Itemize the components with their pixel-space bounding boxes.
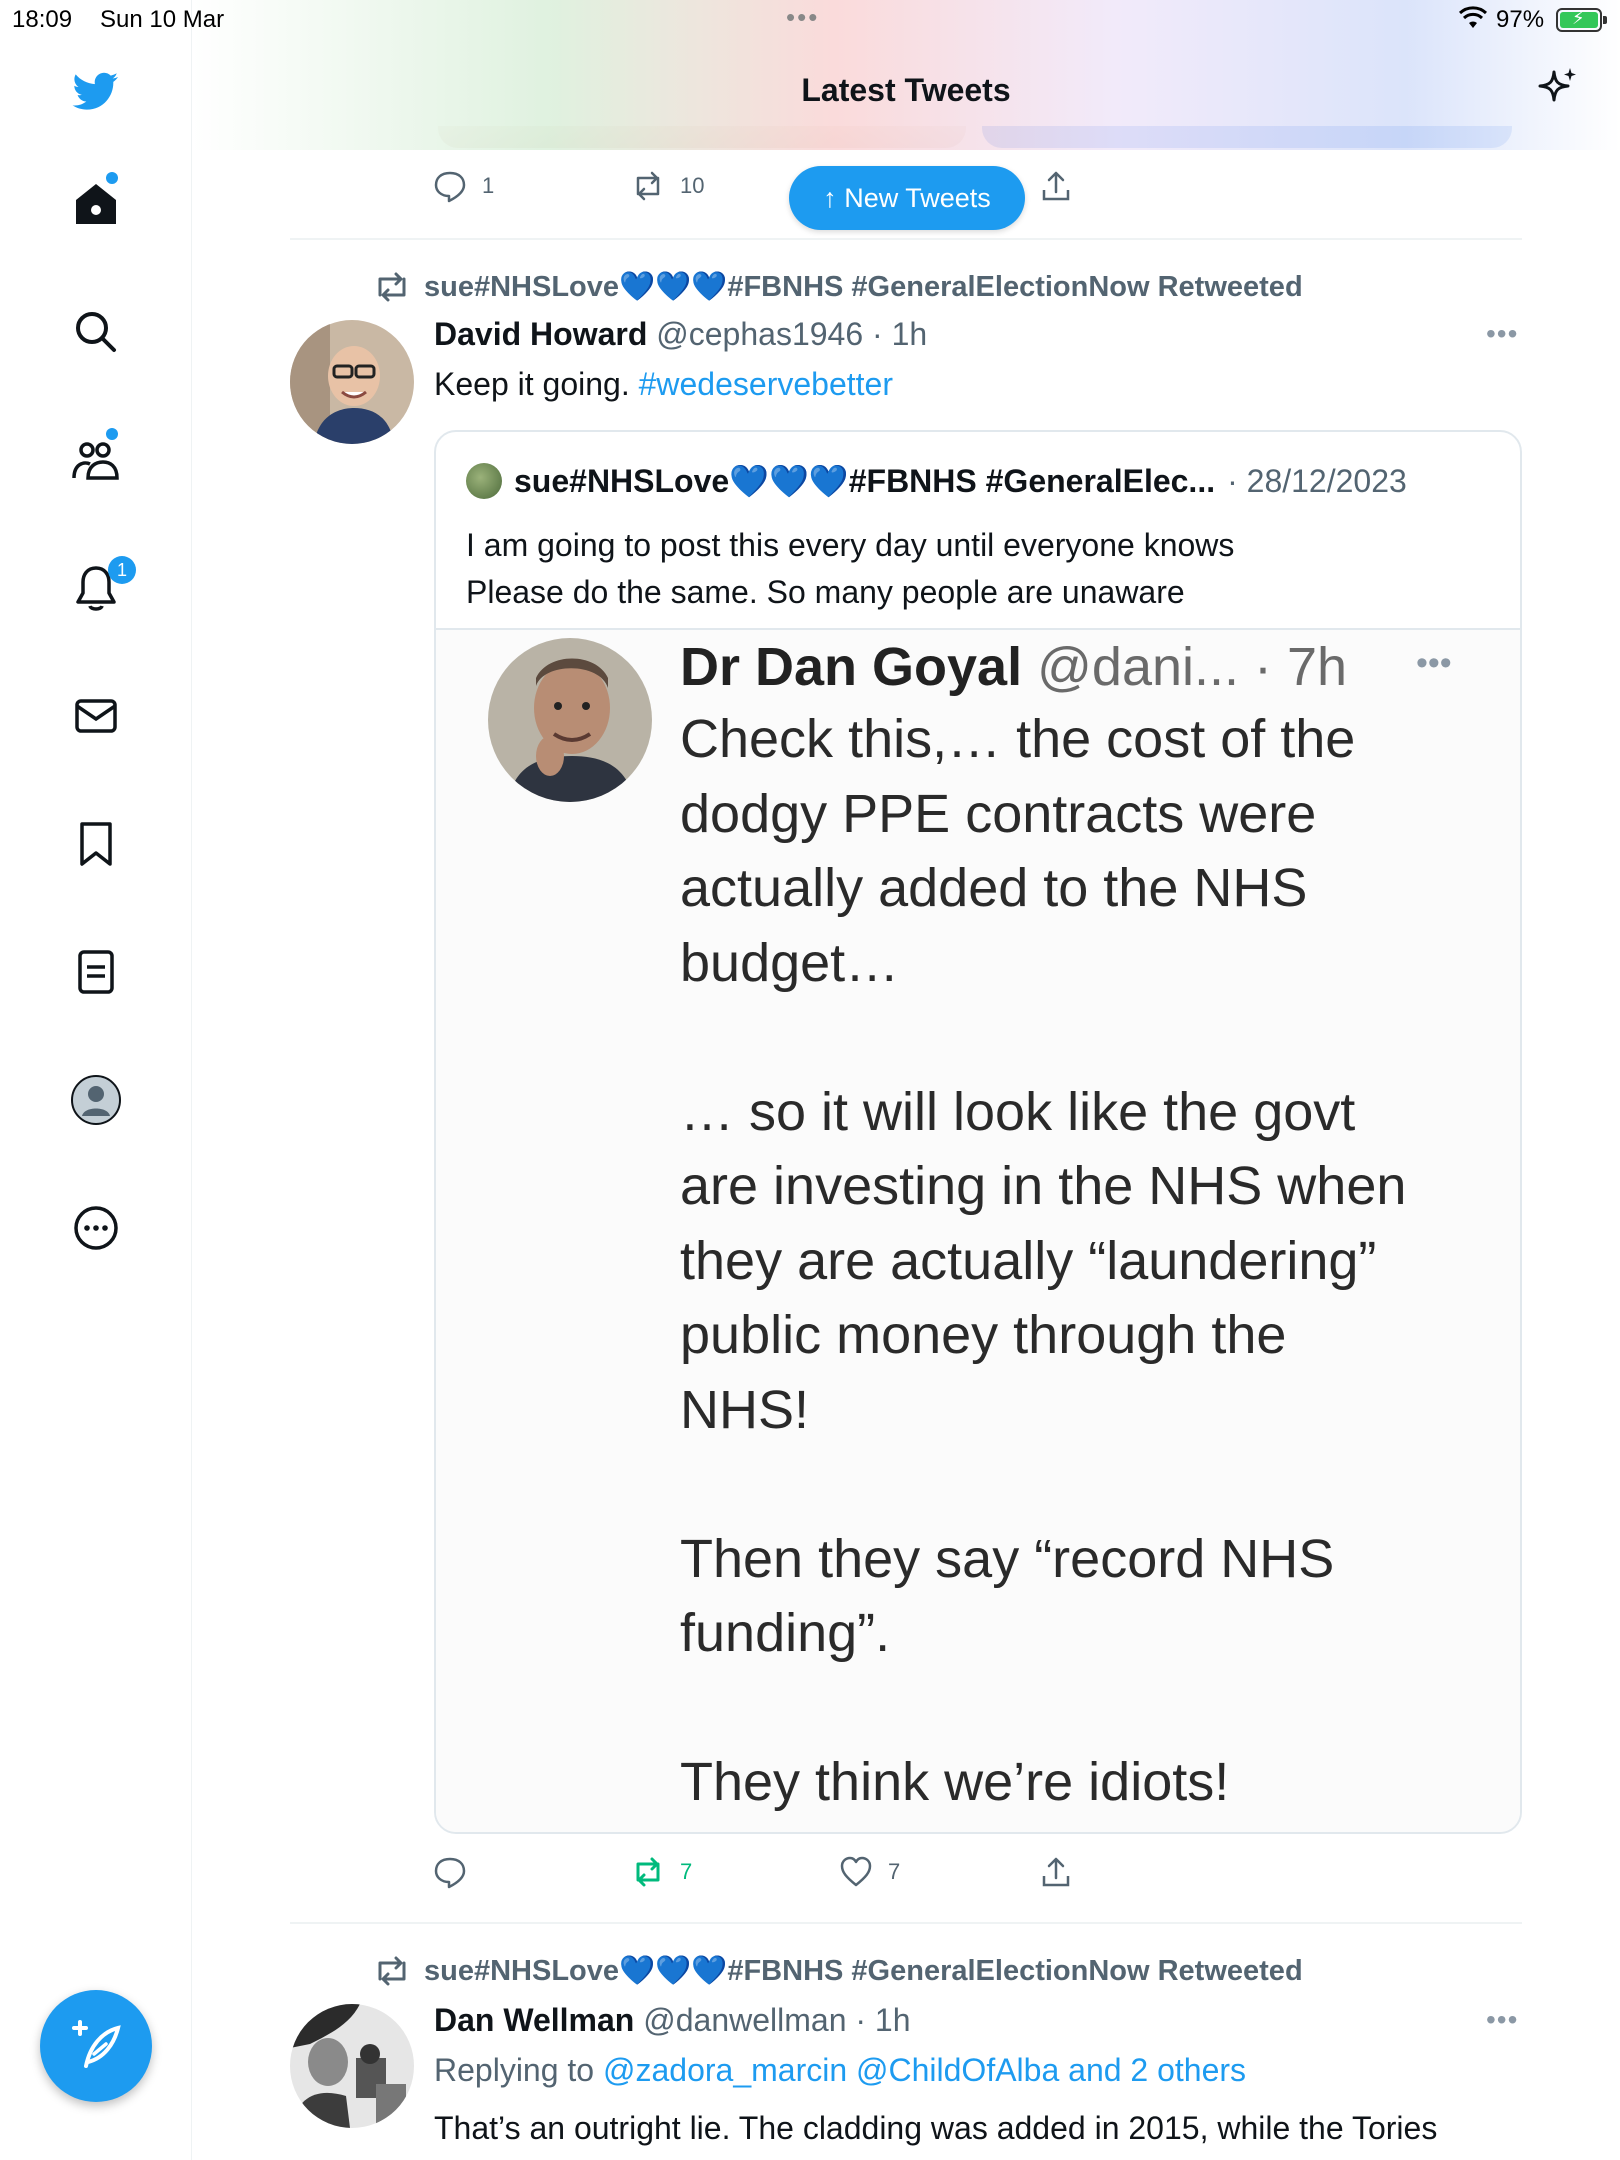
tweet-author[interactable]: David Howard @cephas1946 · 1h [434, 316, 927, 353]
avatar-dan-wellman[interactable] [290, 2004, 414, 2128]
tweet-actions: 7 7 [192, 1854, 1620, 1894]
share-button[interactable] [1038, 168, 1074, 204]
tweet-text: That’s an outright lie. The cladding was… [434, 2110, 1438, 2146]
retweeted-by-text: sue#NHSLove💙💙💙#FBNHS #GeneralElectionNow… [424, 271, 1303, 303]
tweet-divider [290, 1922, 1522, 1924]
tweet-author[interactable]: Dan Wellman @danwellman · 1h [434, 2002, 911, 2039]
quoted-media-screenshot[interactable]: Dr Dan Goyal @dani... · 7h ••• Check thi… [436, 628, 1520, 1832]
quoted-text-line-1: I am going to post this every day until … [466, 527, 1235, 563]
reply-button[interactable]: 1 [432, 168, 494, 204]
quoted-tweet[interactable]: sue#NHSLove💙💙💙#FBNHS #GeneralElec... · 2… [434, 430, 1522, 1834]
retweeted-by-line[interactable]: sue#NHSLove💙💙💙#FBNHS #GeneralElectionNow… [372, 1954, 1303, 1988]
quoted-avatar [466, 463, 502, 499]
profile-avatar-icon[interactable] [70, 1074, 122, 1126]
reply-button[interactable] [432, 1854, 468, 1890]
author-handle-time: @danwellman · 1h [643, 2002, 911, 2038]
quoted-author-name: sue#NHSLove💙💙💙#FBNHS #GeneralElec... [514, 463, 1216, 499]
status-date: Sun 10 Mar [100, 6, 225, 33]
more-options-icon[interactable] [70, 1202, 122, 1254]
compose-feather-icon [72, 2020, 121, 2068]
retweet-count: 10 [680, 173, 705, 198]
retweet-active-icon [636, 1857, 660, 1887]
share-button[interactable] [1038, 1854, 1074, 1890]
retweet-small-icon [378, 1956, 406, 1986]
screenshot-author-name: Dr Dan Goyal [680, 637, 1023, 697]
tweet-more-icon[interactable]: ••• [1486, 318, 1518, 350]
tweet-more-icon[interactable]: ••• [1486, 2004, 1518, 2036]
home-icon[interactable] [70, 178, 122, 230]
share-icon [1042, 1857, 1070, 1887]
bookmarks-icon[interactable] [70, 818, 122, 870]
page-title: Latest Tweets [801, 72, 1011, 108]
retweeted-by-text: sue#NHSLove💙💙💙#FBNHS #GeneralElectionNow… [424, 1955, 1303, 1987]
screenshot-more-icon: ••• [1416, 644, 1452, 682]
communities-icon[interactable] [70, 434, 122, 486]
retweeted-by-line[interactable]: sue#NHSLove💙💙💙#FBNHS #GeneralElectionNow… [372, 270, 1303, 304]
twitter-logo-icon[interactable] [70, 66, 122, 118]
battery-percent: 97% [1496, 6, 1545, 33]
retweet-button[interactable]: 7 [630, 1854, 692, 1890]
multitasking-dots-icon[interactable]: ••• [786, 2, 819, 33]
quoted-text: I am going to post this every day until … [466, 522, 1234, 616]
avatar-david-howard[interactable] [290, 320, 414, 444]
timeline: 1 10 ↑ New Tweets sue#NHSLove💙💙💙#FBNHS #… [192, 0, 1620, 2160]
hashtag-link[interactable]: #wedeservebetter [639, 366, 893, 402]
reply-icon [434, 1857, 466, 1889]
like-button[interactable]: 7 [838, 1854, 900, 1890]
screenshot-text: Check this,… the cost of the dodgy PPE c… [680, 709, 1407, 1812]
reply-count: 1 [482, 173, 495, 198]
screenshot-author: Dr Dan Goyal @dani... · 7h [680, 636, 1347, 698]
retweet-button[interactable]: 10 [630, 168, 704, 204]
battery-icon: ⚡ [1556, 8, 1607, 32]
quoted-text-line-2: Please do the same. So many people are u… [466, 574, 1185, 610]
tweet-text-body: Keep it going. [434, 366, 630, 402]
replying-prefix: Replying to [434, 2052, 595, 2088]
replying-to-users[interactable]: @zadora_marcin @ChildOfAlba and 2 others [603, 2052, 1246, 2088]
search-icon[interactable] [70, 306, 122, 358]
like-count: 7 [888, 1859, 901, 1884]
compose-tweet-button[interactable] [40, 1990, 152, 2102]
sparkle-icon[interactable] [1536, 66, 1580, 110]
wifi-icon [1458, 6, 1488, 28]
author-name[interactable]: Dan Wellman [434, 2002, 634, 2038]
tweet-divider [290, 238, 1522, 240]
reply-icon [434, 171, 466, 203]
retweet-icon [636, 171, 660, 201]
tweet-text: Keep it going. #wedeservebetter [434, 366, 893, 403]
replying-to: Replying to @zadora_marcin @ChildOfAlba … [434, 2052, 1246, 2089]
heart-icon [840, 1856, 872, 1887]
retweet-small-icon [378, 272, 406, 302]
quoted-tweet-header: sue#NHSLove💙💙💙#FBNHS #GeneralElec... · 2… [466, 462, 1407, 500]
home-new-dot [106, 172, 118, 184]
notifications-badge: 1 [108, 556, 136, 584]
communities-new-dot [106, 428, 118, 440]
screenshot-avatar [488, 638, 652, 802]
side-navigation: 1 [0, 0, 192, 2160]
status-bar: 18:09 Sun 10 Mar ••• 97% ⚡ [0, 0, 1620, 40]
author-handle-time: @cephas1946 · 1h [656, 316, 928, 352]
author-name[interactable]: David Howard [434, 316, 647, 352]
quoted-date: · 28/12/2023 [1227, 462, 1407, 499]
lists-icon[interactable] [70, 946, 122, 998]
retweet-count: 7 [680, 1859, 693, 1884]
share-icon [1042, 171, 1070, 201]
new-tweets-pill[interactable]: ↑ New Tweets [789, 166, 1025, 230]
screenshot-author-handle: @dani... · 7h [1037, 637, 1348, 697]
status-time: 18:09 [12, 6, 73, 33]
messages-icon[interactable] [70, 690, 122, 742]
